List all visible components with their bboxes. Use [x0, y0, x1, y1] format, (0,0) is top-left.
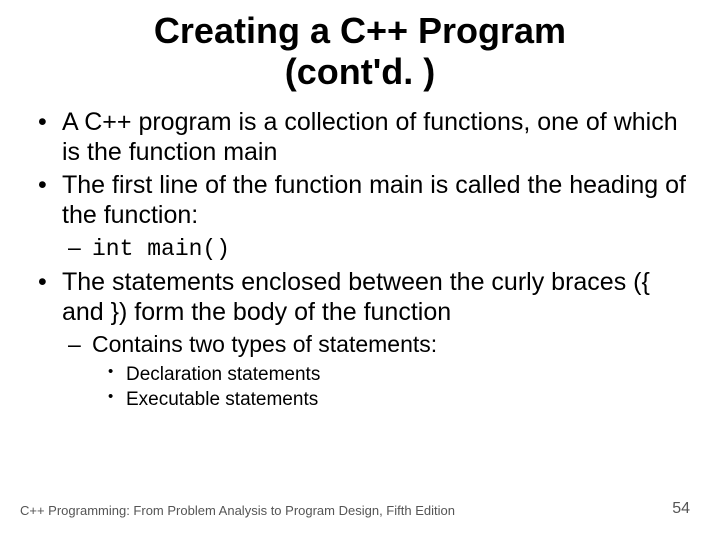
bullet-3-sub-1-a: Declaration statements [92, 362, 690, 388]
bullet-1-text: A C++ program is a collection of functio… [62, 108, 678, 167]
page-number: 54 [672, 500, 690, 518]
bullet-3-sub-1-text: Contains two types of statements: [92, 331, 437, 357]
bullet-2-sublist: int main() [62, 233, 690, 265]
bullet-3-sub-1: Contains two types of statements: Declar… [62, 330, 690, 413]
bullet-2: The first line of the function main is c… [30, 170, 690, 265]
bullet-3-sub-1-b: Executable statements [92, 387, 690, 413]
bullet-2-sub-1: int main() [62, 233, 690, 265]
bullet-list: A C++ program is a collection of functio… [30, 107, 690, 413]
bullet-3-sublist: Contains two types of statements: Declar… [62, 330, 690, 413]
slide-title: Creating a C++ Program (cont'd. ) [30, 10, 690, 93]
bullet-3: The statements enclosed between the curl… [30, 267, 690, 413]
bullet-2-sub-1-text: int main() [92, 236, 230, 262]
bullet-3-text: The statements enclosed between the curl… [62, 268, 650, 327]
bullet-2-text: The first line of the function main is c… [62, 171, 686, 230]
slide: Creating a C++ Program (cont'd. ) A C++ … [0, 0, 720, 540]
bullet-3-sub-1-a-text: Declaration statements [126, 364, 320, 385]
bullet-3-sub-1-b-text: Executable statements [126, 389, 318, 410]
bullet-3-sub-1-list: Declaration statements Executable statem… [92, 362, 690, 413]
title-line-1: Creating a C++ Program [154, 10, 566, 51]
footer-source: C++ Programming: From Problem Analysis t… [20, 503, 455, 518]
bullet-1: A C++ program is a collection of functio… [30, 107, 690, 168]
title-line-2: (cont'd. ) [285, 51, 436, 92]
